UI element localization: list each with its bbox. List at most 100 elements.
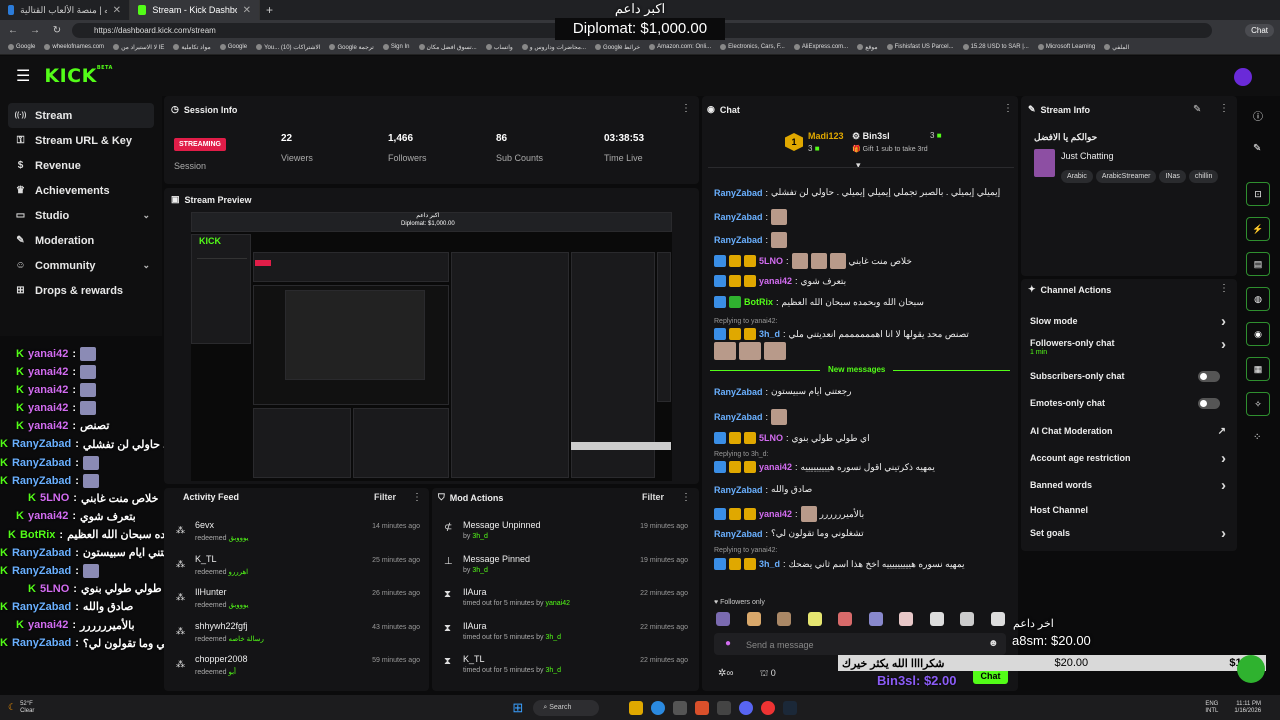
chat-username[interactable]: 3h_d (759, 329, 780, 339)
steam-icon[interactable] (783, 700, 798, 715)
mod-action-row[interactable]: ⊥ Message Pinned by 3h_d 19 minutes ago (444, 554, 692, 588)
brave-icon[interactable] (695, 700, 710, 715)
chat-username[interactable]: 5LNO (759, 256, 783, 266)
reload-icon[interactable]: ↻ (50, 25, 64, 36)
browser-chat-button[interactable]: Chat (1245, 23, 1274, 37)
category-name[interactable]: Just Chatting (1061, 151, 1114, 161)
taskbar-search[interactable]: ⌕ Search (533, 699, 600, 716)
chat-message[interactable]: 3h_d: تصنص محد يقولها لا انا اهممممممم ان… (714, 328, 1010, 340)
channel-action-ai-chat-moderation[interactable]: AI Chat Moderation ↗ (1030, 426, 1226, 437)
channel-action-set-goals[interactable]: Set goals › (1030, 525, 1226, 542)
folder-icon[interactable] (629, 700, 644, 715)
emote-picker-icon[interactable] (777, 612, 791, 626)
weather-widget[interactable]: 52°F Clear (20, 701, 34, 715)
chat-username[interactable]: RanyZabad (714, 387, 763, 397)
stream-preview-video[interactable]: KICK اكبر داعم Diplomat: $1,000.00 (191, 212, 672, 481)
bookmark-item[interactable]: Sign In (382, 44, 410, 50)
bookmark-item[interactable]: Microsoft Learning (1037, 44, 1095, 50)
bookmark-item[interactable]: لا الاستيراد من IE (113, 44, 164, 51)
chevron-down-icon[interactable]: ⌄ (142, 210, 150, 221)
toggle-switch[interactable] (1198, 371, 1220, 382)
sidebar-item-community[interactable]: ☺ Community ⌄ (0, 253, 162, 278)
bookmark-item[interactable]: الملفي (1104, 44, 1129, 51)
activity-row[interactable]: ⁂ IlHunter redeemed يوووبق 26 minutes ago (176, 587, 424, 620)
chat-message[interactable]: 5LNO: خلاص منت غابني (714, 253, 1010, 269)
emote-picker-icon[interactable] (746, 612, 761, 626)
edit-icon[interactable]: ✎ (1253, 143, 1261, 154)
chat-message[interactable]: 3h_d: يمهيه نسوره هيييييييييه اخخ هذا اسم… (714, 558, 1010, 570)
sidebar-item-revenue[interactable]: $ Revenue (0, 153, 162, 178)
stream-tag[interactable]: Arabic (1061, 170, 1093, 183)
chat-message[interactable]: RanyZabad: (714, 409, 1010, 425)
rail-bolt-icon[interactable]: ⚡ (1246, 217, 1270, 241)
close-tab-icon[interactable]: ✕ (243, 5, 251, 16)
emote-picker-icon[interactable] (960, 612, 974, 626)
file-explorer-icon[interactable] (607, 701, 621, 715)
chat-message[interactable]: RanyZabad: رجعتني ايام سبيستون (714, 386, 1010, 397)
bookmark-item[interactable]: 15.28 USD to SAR |... (962, 44, 1029, 50)
chat-message[interactable]: RanyZabad: إيميلي إيميلي . بالصبر تجملي إ… (714, 187, 1010, 198)
sidebar-item-moderation[interactable]: ✎ Moderation (0, 228, 162, 253)
chat-message[interactable]: RanyZabad: (714, 232, 1010, 248)
chat-username[interactable]: RanyZabad (714, 235, 763, 245)
mod-action-row[interactable]: ⊄ Message Unpinned by 3h_d 19 minutes ago (444, 520, 692, 554)
collapse-leaderboard-icon[interactable]: ▾ (856, 160, 861, 171)
chat-message[interactable]: RanyZabad: صادق والله (714, 484, 1010, 495)
chat-message[interactable]: yanai42: بتعرف شوي (714, 275, 1010, 287)
session-more-icon[interactable]: ⋮ (681, 103, 691, 114)
windows-start-icon[interactable]: ⊞ (512, 700, 523, 716)
bookmark-item[interactable]: مواد تكاملية (173, 44, 211, 51)
rail-dots-icon[interactable]: ⁘ (1253, 432, 1261, 443)
leaderboard-first-name[interactable]: Madi123 (808, 131, 844, 141)
activity-more-icon[interactable]: ⋮ (412, 492, 422, 503)
chat-message[interactable]: RanyZabad: تشغلوني وما تقولون لي؟ (714, 528, 1010, 539)
channel-action-banned-words[interactable]: Banned words › (1030, 477, 1226, 494)
chat-message[interactable]: yanai42: يمهيه ذكرتيني اقول نسوره هيييييي… (714, 461, 1010, 473)
chat-username[interactable]: 3h_d (759, 559, 780, 569)
emote-picker-icon[interactable] (716, 612, 730, 626)
emote-picker-icon[interactable] (838, 612, 852, 626)
toggle-switch[interactable] (1198, 398, 1220, 409)
channel-action-emotes-only-chat[interactable]: Emotes-only chat (1030, 398, 1226, 409)
browser-tab-kick[interactable]: Stream - Kick Dashboard ✕ (130, 0, 260, 20)
rail-screen-icon[interactable]: ⊡ (1246, 182, 1270, 206)
browser-tab-jawlah[interactable]: جواله | منصة الألعاب القتالية - Jawlah ✕ (0, 0, 130, 20)
rail-wrench-icon[interactable]: ✧ (1246, 392, 1270, 416)
emoji-icon[interactable]: ☻ (988, 638, 999, 649)
chat-username[interactable]: yanai42 (759, 509, 792, 519)
emote-picker-icon[interactable] (990, 612, 1005, 626)
settings-chat-icon[interactable]: ✲∞ (718, 668, 734, 679)
chat-message[interactable]: BotRix: سبحان الله وبحمده سبحان الله العظ… (714, 296, 1010, 308)
kick-logo[interactable]: KICKBETA (44, 65, 113, 87)
bookmark-item[interactable]: تسوق افضل مكان... (418, 44, 477, 51)
activity-row[interactable]: ⁂ K_TL redeemed اهرررو 25 minutes ago (176, 554, 424, 587)
emote-picker-icon[interactable] (807, 612, 822, 626)
back-icon[interactable]: ← (6, 25, 20, 36)
chat-message[interactable]: RanyZabad: (714, 209, 1010, 225)
info-icon[interactable]: ⓘ (1253, 108, 1263, 123)
mod-action-row[interactable]: ⧗ K_TL timed out for 5 minutes by 3h_d 22 m… (444, 654, 692, 688)
mod-action-row[interactable]: ⧗ IlAura timed out for 5 minutes by 3h_d 22… (444, 621, 692, 655)
chat-message[interactable]: yanai42: بالأميرررررر (714, 506, 1010, 522)
rail-broadcast-icon[interactable]: ◉ (1246, 322, 1270, 346)
edge-icon[interactable] (651, 700, 666, 715)
chat-message[interactable]: 5LNO: اي طولي طولي بنوي (714, 432, 1010, 444)
points-counter[interactable]: ⛫ 0 (760, 668, 776, 680)
clock[interactable]: 11:11 PM 1/16/2026 (1234, 701, 1261, 715)
bookmark-item[interactable]: محاضرات وداروس و... (521, 44, 586, 51)
bookmark-item[interactable]: Electronics, Cars, F... (720, 44, 785, 50)
activity-row[interactable]: ⁂ 6evx redeemed يوووبق 14 minutes ago (176, 520, 424, 553)
sidebar-item-stream-url-key[interactable]: ⚿ Stream URL & Key (0, 128, 162, 153)
chat-username[interactable]: BotRix (744, 297, 773, 307)
stream-tag[interactable]: ArabicStreamer (1095, 170, 1157, 183)
mic-icon[interactable]: ● (725, 638, 731, 649)
user-avatar[interactable] (1234, 68, 1252, 86)
bookmark-item[interactable]: Google (8, 44, 35, 50)
language-indicator[interactable]: ENG INTL (1205, 701, 1218, 715)
bookmark-item[interactable]: You... الاشتراكات (10) (256, 44, 320, 51)
store-icon[interactable] (673, 700, 688, 715)
opera-icon[interactable] (761, 700, 776, 715)
sidebar-item-studio[interactable]: ▭ Studio ⌄ (0, 203, 162, 228)
sidebar-item-drops-rewards[interactable]: ⊞ Drops & rewards (0, 278, 162, 303)
app-icon[interactable] (717, 700, 732, 715)
